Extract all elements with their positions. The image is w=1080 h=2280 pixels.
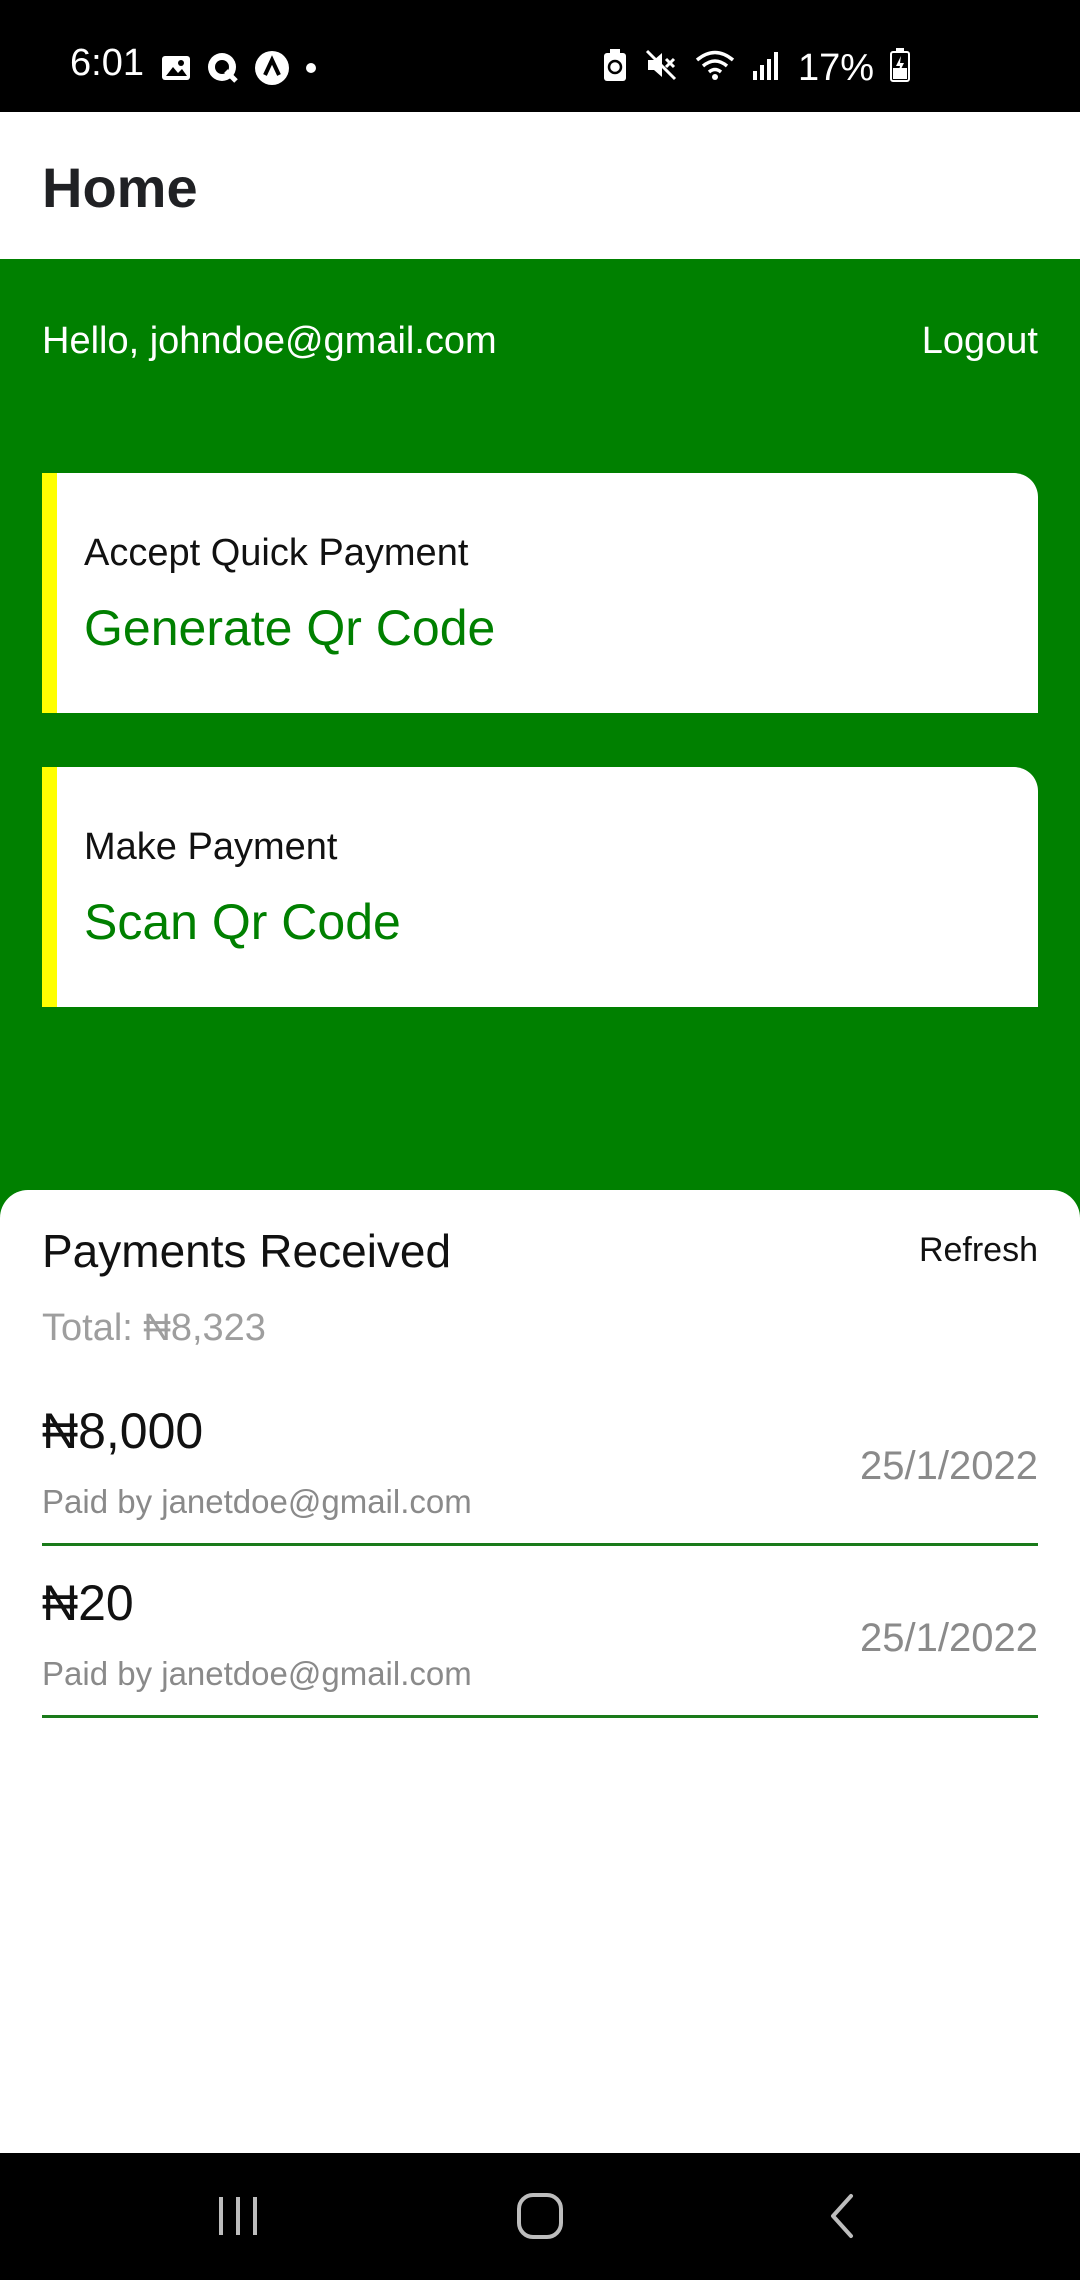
q-app-icon [206, 51, 240, 90]
payment-amount: ₦20 [42, 1575, 134, 1631]
recents-button[interactable] [193, 2181, 283, 2251]
card-accent-bar [42, 473, 57, 713]
back-icon [831, 2194, 853, 2238]
recents-icon [219, 2197, 257, 2235]
gallery-icon [160, 52, 192, 89]
scan-qr-card[interactable]: Make Payment Scan Qr Code [42, 767, 1038, 1007]
home-button[interactable] [495, 2181, 585, 2251]
card-title: Generate Qr Code [84, 600, 496, 656]
refresh-button[interactable]: Refresh [919, 1231, 1038, 1269]
battery-saver-icon [602, 48, 628, 87]
system-nav-bar [0, 2153, 1080, 2280]
page-title: Home [42, 156, 198, 219]
payments-section: Payments Received Refresh Total: ₦8,323 … [0, 1190, 1080, 2153]
logout-button[interactable]: Logout [922, 320, 1038, 363]
generate-qr-card[interactable]: Accept Quick Payment Generate Qr Code [42, 473, 1038, 713]
card-subtitle: Accept Quick Payment [84, 532, 469, 574]
battery-percentage: 17% [797, 46, 874, 89]
dot-icon [304, 61, 318, 80]
payment-list-item: ₦20 Paid by janetdoe@gmail.com 25/1/2022 [42, 1576, 1038, 1718]
a-app-icon [254, 50, 290, 91]
payment-date: 25/1/2022 [860, 1616, 1038, 1660]
payments-title: Payments Received [42, 1225, 452, 1277]
mute-icon [644, 48, 678, 87]
back-button[interactable] [798, 2181, 888, 2251]
status-time: 6:01 [70, 42, 144, 84]
header-section: Hello, johndoe@gmail.com Logout Accept Q… [0, 259, 1080, 1230]
payment-amount: ₦8,000 [42, 1403, 204, 1459]
status-left-icons [160, 50, 318, 91]
home-icon [517, 2193, 563, 2239]
status-bar: 6:01 17% [0, 0, 1080, 112]
status-right-icons: 17% [602, 48, 910, 87]
greeting-text: Hello, johndoe@gmail.com [42, 320, 497, 362]
signal-icon [752, 49, 782, 86]
card-subtitle: Make Payment [84, 826, 338, 868]
payment-date: 25/1/2022 [860, 1444, 1038, 1488]
app-bar: Home [0, 112, 1080, 259]
card-accent-bar [42, 767, 57, 1007]
payment-payer: Paid by janetdoe@gmail.com [42, 1655, 472, 1692]
wifi-icon [694, 48, 736, 87]
card-title: Scan Qr Code [84, 894, 401, 950]
battery-charging-icon [890, 48, 910, 87]
payment-list-item: ₦8,000 Paid by janetdoe@gmail.com 25/1/2… [42, 1404, 1038, 1546]
payments-total: Total: ₦8,323 [42, 1307, 266, 1349]
payment-payer: Paid by janetdoe@gmail.com [42, 1483, 472, 1520]
